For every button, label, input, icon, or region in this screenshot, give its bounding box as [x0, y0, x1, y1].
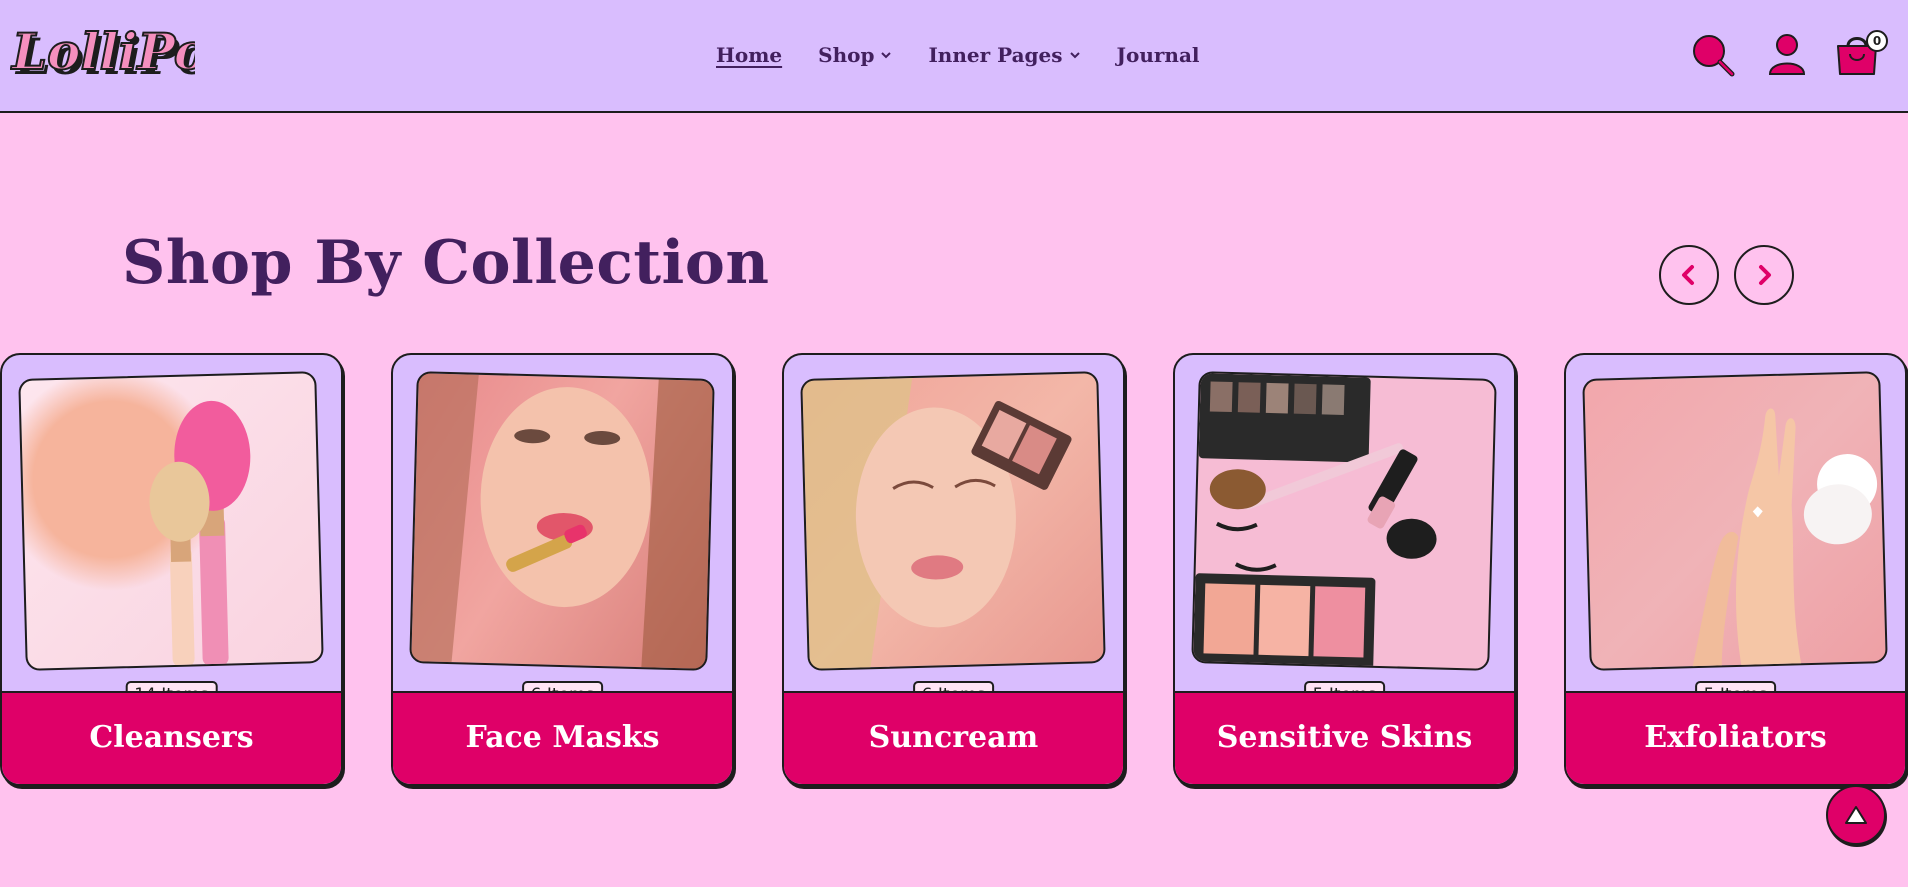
- card-footer: Exfoliators: [1566, 691, 1905, 784]
- collection-image: [1191, 371, 1497, 671]
- chevron-down-icon: [881, 52, 892, 59]
- cart-count-badge: 0: [1866, 30, 1888, 52]
- lollipop-logo[interactable]: LolliPop LolliPop: [10, 10, 195, 95]
- portrait-illustration: [411, 373, 715, 671]
- collection-card-exfoliators[interactable]: 5 Items Exfoliators: [1564, 353, 1907, 786]
- collection-name: Cleansers: [89, 720, 254, 755]
- collection-name: Sensitive Skins: [1216, 720, 1473, 755]
- chevron-right-icon: [1759, 265, 1771, 285]
- collection-image: [18, 371, 324, 671]
- nav-shop-label: Shop: [818, 43, 875, 67]
- chevron-down-icon: [1069, 52, 1080, 59]
- collection-card-sensitive-skins[interactable]: 5 Items Sensitive Skins: [1173, 353, 1516, 786]
- collection-image: [1582, 371, 1888, 671]
- section-title: Shop By Collection: [122, 228, 770, 298]
- card-footer: Face Masks: [393, 691, 732, 784]
- scroll-to-top-button[interactable]: [1826, 785, 1886, 845]
- arrow-up-icon: [1845, 806, 1867, 824]
- hands-cream-illustration: [1691, 408, 1878, 671]
- card-footer: Suncream: [784, 691, 1123, 784]
- prev-button[interactable]: [1659, 245, 1719, 305]
- main-nav: Home Shop Inner Pages Journal: [716, 40, 1236, 70]
- nav-journal[interactable]: Journal: [1117, 43, 1200, 67]
- makeup-flatlay-illustration: [1193, 373, 1437, 670]
- collection-image: [409, 371, 715, 671]
- card-footer: Sensitive Skins: [1175, 691, 1514, 784]
- cart-button[interactable]: 0: [1832, 30, 1888, 80]
- nav-inner-pages[interactable]: Inner Pages: [928, 43, 1080, 67]
- nav-shop[interactable]: Shop: [818, 43, 892, 67]
- next-button[interactable]: [1734, 245, 1794, 305]
- search-icon[interactable]: [1688, 30, 1738, 80]
- collection-card-cleansers[interactable]: 14 Items Cleansers: [0, 353, 343, 786]
- nav-home-label: Home: [716, 43, 783, 67]
- site-header: LolliPop LolliPop Home Shop Inner Pages …: [0, 0, 1908, 113]
- collection-name: Face Masks: [465, 720, 660, 755]
- portrait-illustration: [802, 378, 1072, 671]
- nav-home[interactable]: Home: [716, 43, 782, 67]
- nav-journal-label: Journal: [1116, 43, 1200, 67]
- svg-text:LolliPop: LolliPop: [10, 22, 195, 81]
- card-footer: Cleansers: [2, 691, 341, 784]
- nav-inner-pages-label: Inner Pages: [928, 43, 1063, 67]
- makeup-brushes-illustration: [149, 400, 251, 667]
- collection-name: Exfoliators: [1644, 720, 1827, 755]
- collection-card-suncream[interactable]: 6 Items Suncream: [782, 353, 1125, 786]
- chevron-left-icon: [1682, 265, 1694, 285]
- collection-image: [800, 371, 1106, 671]
- collection-name: Suncream: [868, 720, 1039, 755]
- user-icon[interactable]: [1762, 30, 1812, 80]
- collection-card-face-masks[interactable]: 6 Items Face Masks: [391, 353, 734, 786]
